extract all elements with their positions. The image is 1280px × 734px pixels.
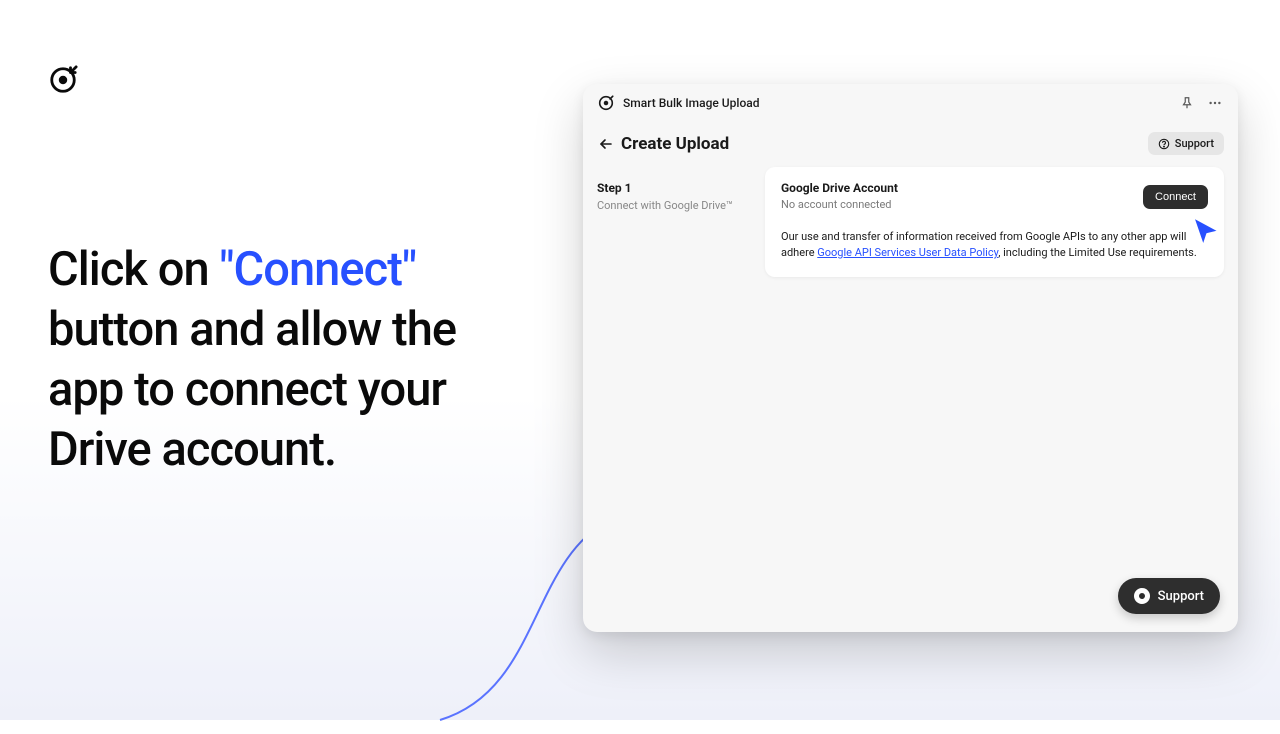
hero-instruction: Click on "Connect" button and allow the … (48, 240, 528, 481)
card-subtitle: No account connected (781, 198, 898, 211)
step-sidebar: Step 1 Connect with Google Drive™ (597, 167, 751, 277)
support-button-label: Support (1175, 137, 1214, 150)
app-title: Smart Bulk Image Upload (623, 96, 1178, 110)
content-area: Step 1 Connect with Google Drive™ Google… (583, 167, 1238, 277)
policy-suffix: , including the Limited Use requirements… (998, 246, 1197, 259)
step-title: Step 1 (597, 181, 751, 195)
support-fab[interactable]: Support (1118, 578, 1220, 614)
app-icon (597, 94, 615, 112)
pin-icon[interactable] (1178, 94, 1196, 112)
back-arrow-icon[interactable] (597, 135, 615, 153)
connect-button[interactable]: Connect (1143, 185, 1208, 209)
page-header: Create Upload Support (583, 122, 1238, 167)
hero-suffix: button and allow the app to connect your… (48, 302, 456, 477)
support-fab-label: Support (1158, 589, 1204, 604)
brand-logo (48, 65, 78, 99)
window-titlebar: Smart Bulk Image Upload (583, 84, 1238, 122)
hero-highlight: "Connect" (219, 242, 416, 297)
chat-icon (1134, 588, 1150, 604)
connect-card: Google Drive Account No account connecte… (765, 167, 1224, 277)
step-subtitle: Connect with Google Drive™ (597, 199, 751, 212)
support-button[interactable]: Support (1148, 132, 1224, 155)
policy-link[interactable]: Google API Services User Data Policy (817, 246, 998, 259)
page-title: Create Upload (621, 134, 1148, 154)
app-window: Smart Bulk Image Upload (583, 84, 1238, 632)
policy-text: Our use and transfer of information rece… (781, 229, 1208, 261)
more-icon[interactable] (1206, 94, 1224, 112)
card-title: Google Drive Account (781, 181, 898, 195)
hero-prefix: Click on (48, 242, 219, 297)
